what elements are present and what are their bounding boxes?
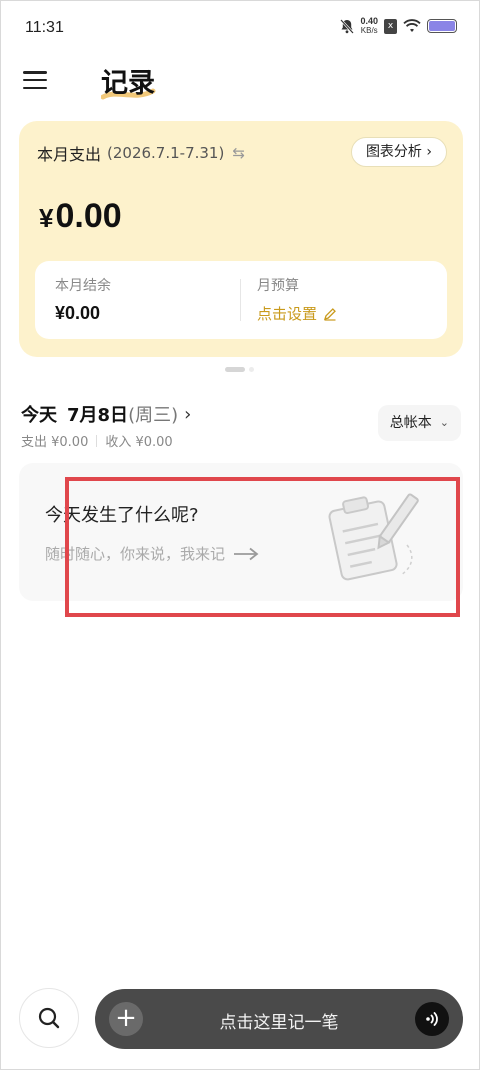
search-button[interactable] bbox=[19, 988, 79, 1048]
ledger-name: 总帐本 bbox=[389, 415, 432, 431]
highlight-box bbox=[65, 477, 460, 617]
month-expense-header: 本月支出 (2026.7.1-7.31) ⇆ bbox=[37, 141, 245, 165]
voice-icon bbox=[426, 1012, 438, 1026]
ledger-dropdown[interactable]: 总帐本 ⌄ bbox=[377, 405, 461, 441]
status-bar: 11:31 0.40 KB/s x bbox=[1, 1, 479, 57]
set-budget-label: 点击设置 bbox=[257, 305, 318, 323]
quick-record-label: 点击这里记一笔 bbox=[219, 1013, 339, 1033]
bell-muted-icon bbox=[340, 18, 355, 34]
wifi-icon bbox=[403, 19, 421, 32]
battery-icon bbox=[427, 19, 457, 33]
currency-symbol: ¥ bbox=[39, 203, 54, 233]
voice-input-button[interactable] bbox=[415, 1002, 449, 1036]
month-range: (2026.7.1-7.31) bbox=[107, 144, 225, 162]
monthly-balance-value: ¥0.00 bbox=[55, 303, 101, 323]
sim-status-icon: x bbox=[384, 18, 397, 34]
day-date: 7月8日 bbox=[67, 405, 129, 426]
day-income: 收入 ¥0.00 bbox=[105, 435, 173, 450]
network-speed-value: 0.40 bbox=[360, 16, 378, 26]
pager-dot bbox=[249, 367, 254, 372]
day-expense: 支出 ¥0.00 bbox=[21, 435, 89, 450]
chevron-down-icon: ⌄ bbox=[439, 416, 449, 429]
search-icon bbox=[38, 1007, 60, 1029]
app-header: 记录 bbox=[1, 57, 479, 113]
swap-icon[interactable]: ⇆ bbox=[232, 144, 245, 162]
page-title: 记录 bbox=[101, 68, 155, 99]
monthly-budget[interactable]: 月预算 点击设置 bbox=[257, 275, 337, 324]
stats-divider bbox=[96, 434, 98, 447]
pencil-icon bbox=[324, 307, 336, 321]
pager-dot-active bbox=[225, 367, 245, 372]
monthly-balance-label: 本月结余 bbox=[55, 278, 111, 294]
day-weekday: (周三) bbox=[128, 405, 179, 426]
month-expense-value: 0.00 bbox=[55, 197, 122, 235]
status-time: 11:31 bbox=[25, 19, 64, 36]
set-budget-button[interactable]: 点击设置 bbox=[257, 303, 337, 324]
balance-budget-panel: 本月结余 ¥0.00 月预算 点击设置 bbox=[35, 261, 447, 339]
menu-icon[interactable] bbox=[23, 71, 47, 89]
day-header[interactable]: 今天 7月8日 (周三) › bbox=[21, 401, 191, 427]
day-today: 今天 bbox=[21, 405, 57, 426]
card-pager bbox=[225, 367, 254, 372]
chart-analysis-button[interactable]: 图表分析 › bbox=[350, 137, 447, 167]
network-speed-unit: KB/s bbox=[360, 26, 378, 35]
network-speed: 0.40 KB/s bbox=[360, 16, 378, 36]
month-expense-label: 本月支出 bbox=[37, 145, 102, 164]
chevron-right-icon: › bbox=[184, 403, 192, 425]
monthly-budget-label: 月预算 bbox=[257, 278, 299, 294]
day-stats: 支出 ¥0.00 收入 ¥0.00 bbox=[21, 431, 173, 450]
monthly-balance: 本月结余 ¥0.00 bbox=[55, 275, 111, 324]
panel-divider bbox=[240, 279, 241, 321]
status-icons: 0.40 KB/s x bbox=[340, 17, 457, 35]
month-expense-amount: ¥0.00 bbox=[39, 197, 122, 236]
monthly-summary-card[interactable]: 本月支出 (2026.7.1-7.31) ⇆ 图表分析 › ¥0.00 本月结余… bbox=[19, 121, 463, 357]
quick-record-bar[interactable]: + 点击这里记一笔 bbox=[95, 989, 463, 1049]
